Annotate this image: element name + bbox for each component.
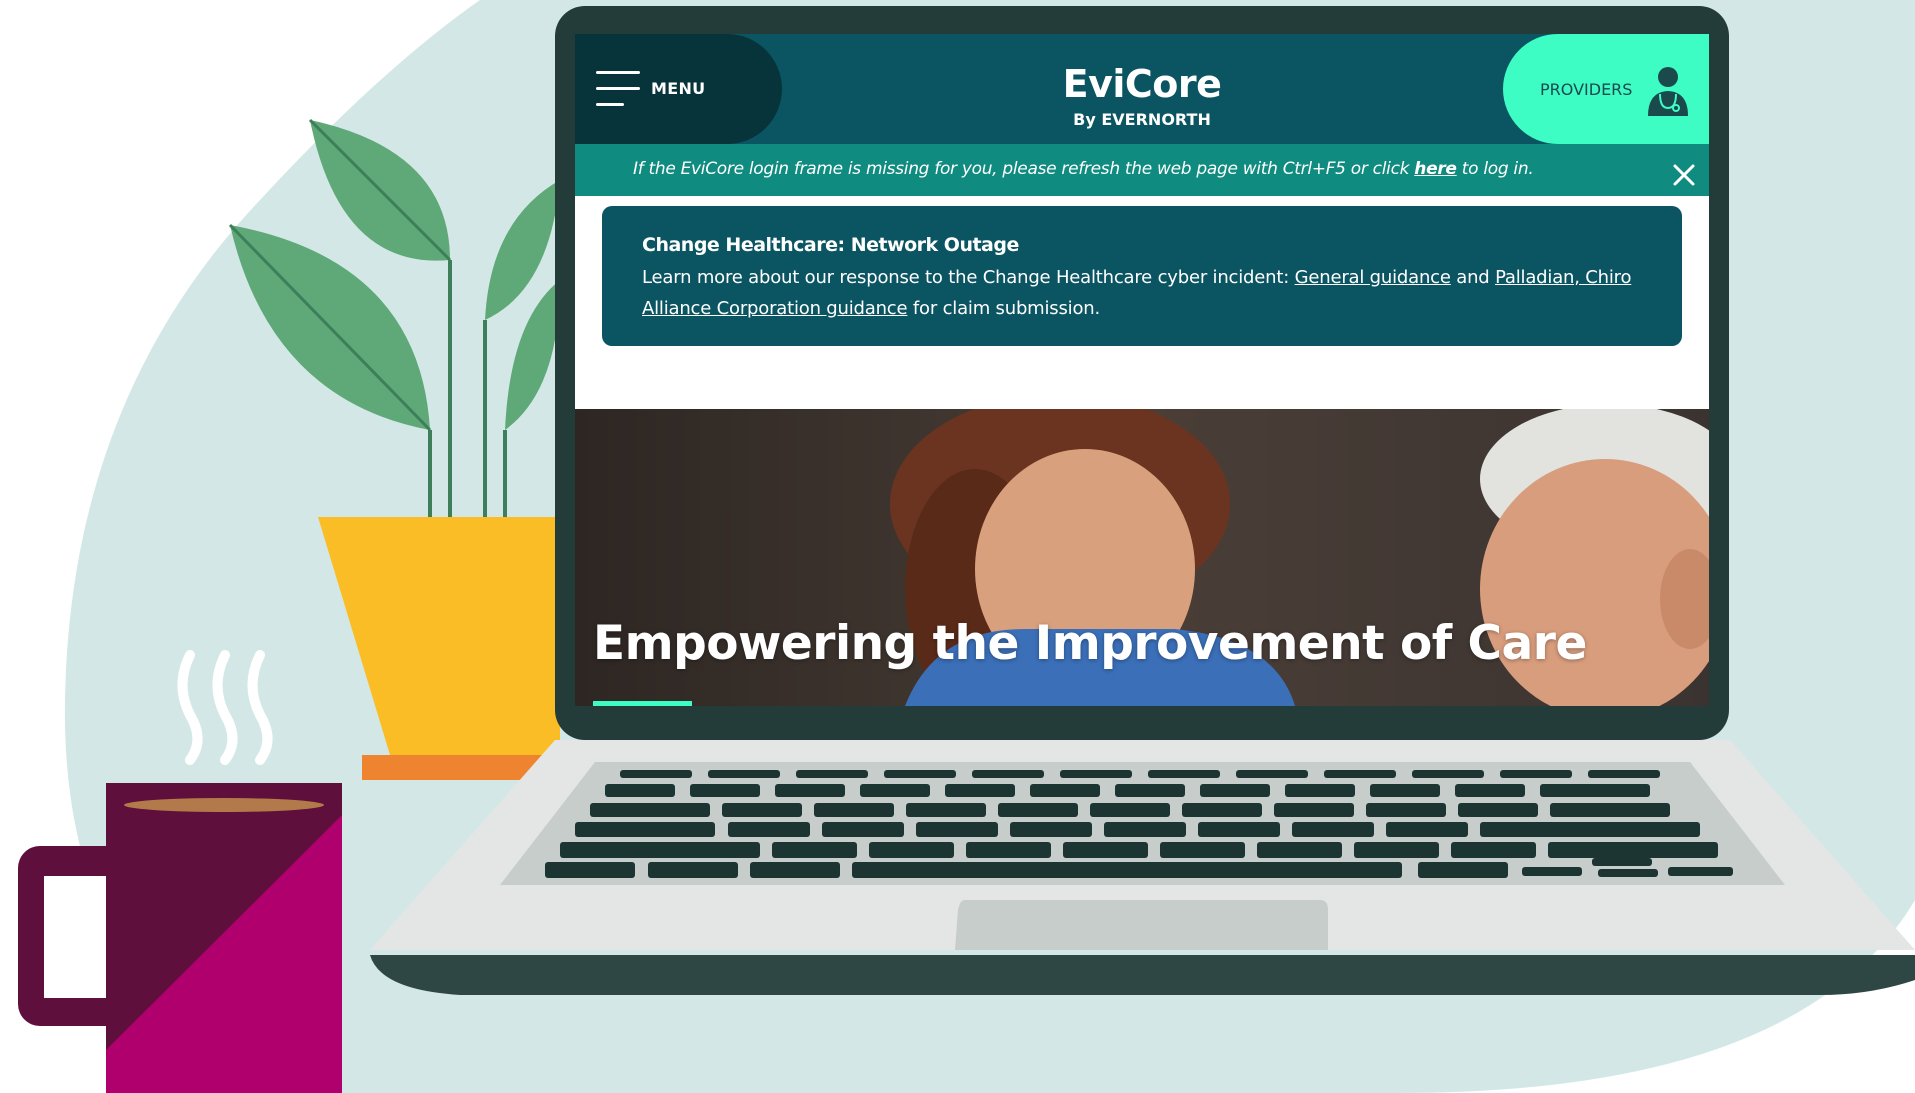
- site-header: MENU EviCore By EVERNORTH PROVIDERS: [575, 34, 1709, 144]
- browser-screen: MENU EviCore By EVERNORTH PROVIDERS If t…: [575, 34, 1709, 706]
- notice-here-link[interactable]: here: [1414, 159, 1457, 179]
- alert-body: Learn more about our response to the Cha…: [642, 262, 1642, 324]
- alert-body-between: and: [1450, 267, 1496, 288]
- providers-button[interactable]: PROVIDERS: [1503, 34, 1709, 144]
- login-notice-bar: If the EviCore login frame is missing fo…: [575, 144, 1709, 196]
- hero-banner: Empowering the Improvement of Care: [575, 409, 1709, 706]
- trackpad: [955, 900, 1328, 950]
- coffee-mug: [18, 783, 342, 1093]
- notice-text: If the EviCore login frame is missing fo…: [633, 159, 1534, 179]
- alert-title: Change Healthcare: Network Outage: [642, 234, 1019, 256]
- general-guidance-link[interactable]: General guidance: [1295, 267, 1451, 288]
- close-icon[interactable]: [1671, 162, 1697, 188]
- providers-label: PROVIDERS: [1540, 80, 1633, 99]
- alert-body-before: Learn more about our response to the Cha…: [642, 267, 1295, 288]
- notice-text-before: If the EviCore login frame is missing fo…: [633, 159, 1415, 179]
- hero-accent-bar: [593, 701, 692, 706]
- doctor-icon: [1648, 67, 1688, 116]
- hero-title: Empowering the Improvement of Care: [593, 616, 1587, 671]
- alert-body-after: for claim submission.: [907, 298, 1100, 319]
- outage-alert-card: Change Healthcare: Network Outage Learn …: [602, 206, 1682, 346]
- notice-text-after: to log in.: [1456, 159, 1534, 179]
- laptop-base-shadow: [370, 955, 1915, 995]
